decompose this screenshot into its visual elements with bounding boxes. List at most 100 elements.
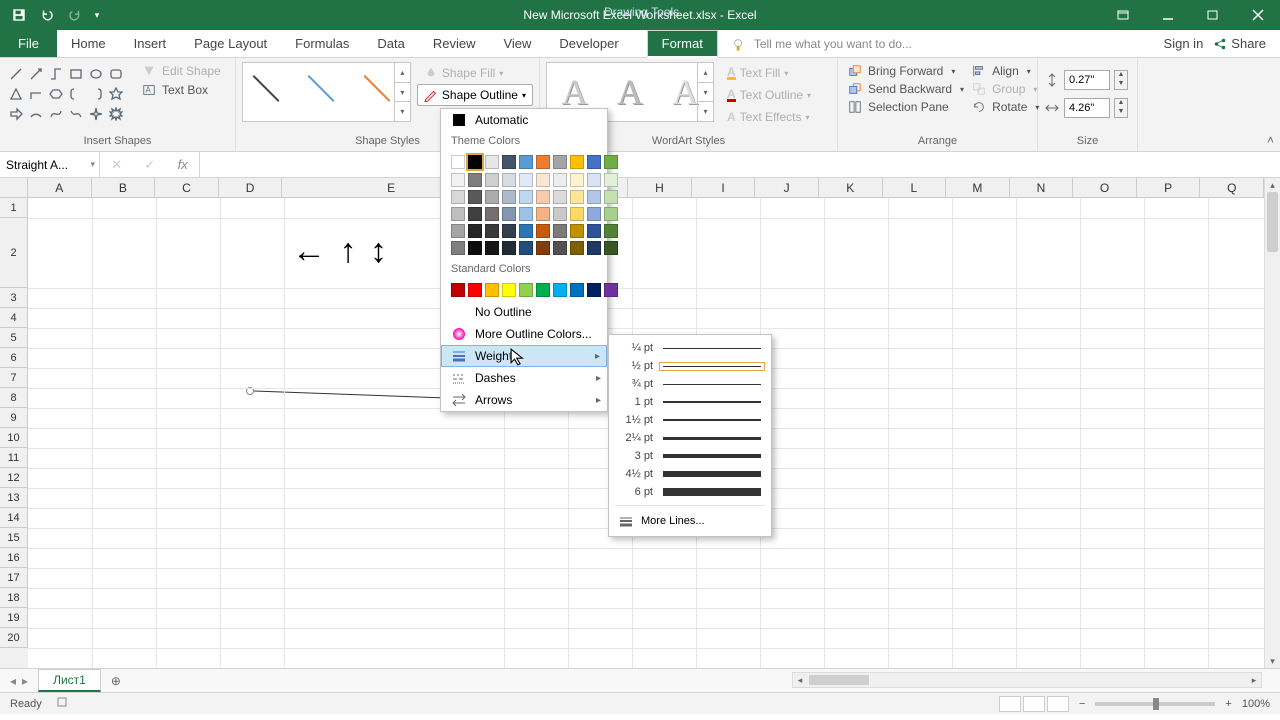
select-all-corner[interactable]: [0, 178, 28, 198]
weight-option[interactable]: 1½ pt: [609, 411, 771, 429]
color-swatch[interactable]: [536, 224, 550, 238]
color-swatch[interactable]: [604, 173, 618, 187]
color-swatch[interactable]: [570, 173, 584, 187]
shape-triangle-icon[interactable]: [6, 84, 25, 103]
weight-option[interactable]: 1 pt: [609, 393, 771, 411]
hscroll-right-icon[interactable]: ▸: [1247, 673, 1261, 687]
weight-option[interactable]: ½ pt: [609, 357, 771, 375]
fx-icon[interactable]: fx: [178, 157, 188, 172]
color-swatch[interactable]: [587, 224, 601, 238]
save-icon[interactable]: [6, 2, 32, 28]
shape-connector-icon[interactable]: [46, 64, 65, 83]
shape-arc-icon[interactable]: [26, 104, 45, 123]
sign-in-link[interactable]: Sign in: [1164, 36, 1204, 51]
color-swatch[interactable]: [570, 190, 584, 204]
color-swatch[interactable]: [485, 155, 499, 169]
color-swatch[interactable]: [519, 190, 533, 204]
vertical-scrollbar[interactable]: ▴ ▾: [1264, 178, 1280, 668]
rotate-button[interactable]: Rotate▾: [968, 98, 1043, 116]
color-swatch[interactable]: [536, 207, 550, 221]
row-header[interactable]: 16: [0, 548, 28, 568]
color-swatch[interactable]: [570, 224, 584, 238]
width-spinner[interactable]: ▲▼: [1114, 98, 1128, 118]
shape-line-icon[interactable]: [6, 64, 25, 83]
color-swatch[interactable]: [502, 190, 516, 204]
color-swatch[interactable]: [553, 224, 567, 238]
shape-arrow-icon[interactable]: [6, 104, 25, 123]
view-buttons[interactable]: [999, 696, 1069, 712]
shapes-gallery[interactable]: [6, 62, 132, 133]
weight-option[interactable]: ¼ pt: [609, 339, 771, 357]
weight-option[interactable]: 3 pt: [609, 447, 771, 465]
shape-styles-gallery[interactable]: ▴▾▾: [242, 62, 411, 122]
add-sheet-button[interactable]: ⊕: [101, 674, 131, 688]
page-break-view-icon[interactable]: [1047, 696, 1069, 712]
color-swatch[interactable]: [604, 241, 618, 255]
tab-format[interactable]: Format: [647, 30, 718, 58]
shape-brace-icon[interactable]: [66, 84, 85, 103]
row-header[interactable]: 20: [0, 628, 28, 648]
qat-customize-icon[interactable]: ▾: [90, 2, 104, 28]
color-swatch[interactable]: [536, 155, 550, 169]
scroll-thumb[interactable]: [1267, 192, 1278, 252]
color-swatch[interactable]: [587, 155, 601, 169]
minimize-icon[interactable]: [1145, 0, 1190, 30]
color-swatch[interactable]: [570, 241, 584, 255]
ribbon-display-icon[interactable]: [1100, 0, 1145, 30]
color-swatch[interactable]: [519, 224, 533, 238]
weight-submenu-item[interactable]: Weight▸: [441, 345, 607, 367]
row-header[interactable]: 6: [0, 348, 28, 368]
tab-data[interactable]: Data: [363, 30, 418, 57]
color-swatch[interactable]: [553, 173, 567, 187]
sheet-tab-active[interactable]: Лист1: [38, 669, 101, 692]
color-swatch[interactable]: [570, 283, 584, 297]
enter-icon[interactable]: ✓: [144, 157, 155, 173]
share-button[interactable]: Share: [1213, 36, 1266, 51]
color-swatch[interactable]: [553, 283, 567, 297]
weight-option[interactable]: 2¼ pt: [609, 429, 771, 447]
color-swatch[interactable]: [587, 207, 601, 221]
column-header[interactable]: J: [755, 178, 819, 198]
scroll-up-icon[interactable]: ▴: [1265, 178, 1280, 192]
weight-option[interactable]: ¾ pt: [609, 375, 771, 393]
gallery-spinner[interactable]: ▴▾▾: [394, 63, 410, 121]
color-swatch[interactable]: [502, 173, 516, 187]
color-swatch[interactable]: [451, 224, 465, 238]
zoom-slider[interactable]: [1095, 702, 1215, 706]
color-swatch[interactable]: [587, 241, 601, 255]
zoom-level[interactable]: 100%: [1242, 698, 1270, 710]
color-swatch[interactable]: [451, 190, 465, 204]
color-swatch[interactable]: [604, 283, 618, 297]
row-header[interactable]: 2: [0, 218, 28, 288]
wordart-spinner[interactable]: ▴▾▾: [697, 63, 713, 121]
sheet-nav[interactable]: ◂▸: [0, 674, 38, 688]
shape-free-icon[interactable]: [66, 104, 85, 123]
color-swatch[interactable]: [570, 207, 584, 221]
align-button[interactable]: Align▾: [968, 62, 1043, 80]
column-header[interactable]: A: [28, 178, 92, 198]
tab-file[interactable]: File: [0, 30, 57, 57]
tab-page-layout[interactable]: Page Layout: [180, 30, 281, 57]
tab-insert[interactable]: Insert: [120, 30, 181, 57]
dashes-submenu-item[interactable]: Dashes▸: [441, 367, 607, 389]
shape-hexagon-icon[interactable]: [46, 84, 65, 103]
color-swatch[interactable]: [536, 190, 550, 204]
width-input[interactable]: [1064, 98, 1110, 118]
color-swatch[interactable]: [604, 224, 618, 238]
column-header[interactable]: M: [946, 178, 1010, 198]
row-header[interactable]: 1: [0, 198, 28, 218]
zoom-out-icon[interactable]: −: [1079, 698, 1085, 710]
color-swatch[interactable]: [536, 283, 550, 297]
tab-formulas[interactable]: Formulas: [281, 30, 363, 57]
row-header[interactable]: 4: [0, 308, 28, 328]
row-headers[interactable]: 1234567891011121314151617181920: [0, 198, 28, 668]
color-swatch[interactable]: [485, 190, 499, 204]
color-swatch[interactable]: [519, 241, 533, 255]
redo-icon[interactable]: [62, 2, 88, 28]
row-header[interactable]: 13: [0, 488, 28, 508]
tab-developer[interactable]: Developer: [545, 30, 632, 57]
color-swatch[interactable]: [604, 155, 618, 169]
more-colors-item[interactable]: More Outline Colors...: [441, 323, 607, 345]
row-header[interactable]: 7: [0, 368, 28, 388]
row-header[interactable]: 19: [0, 608, 28, 628]
